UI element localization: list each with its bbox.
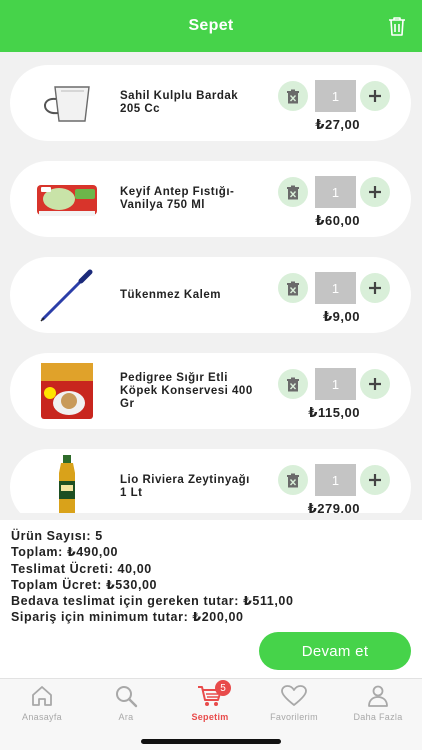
remove-item-button[interactable] bbox=[278, 273, 308, 303]
app-root: Sepet Sahil Kulplu Bardak 205 Cc 1 ₺27,0… bbox=[0, 0, 422, 750]
nav-label: Sepetim bbox=[191, 712, 229, 722]
home-indicator bbox=[141, 739, 281, 744]
item-name: Lio Riviera Zeytinyağı 1 Lt bbox=[120, 474, 250, 499]
increase-quantity-button[interactable] bbox=[360, 177, 390, 207]
subtotal: Toplam: ₺490,00 bbox=[11, 545, 119, 560]
total-fee: Toplam Ücret: ₺530,00 bbox=[11, 577, 158, 592]
delete-icon bbox=[287, 473, 299, 487]
home-icon bbox=[32, 686, 52, 706]
product-image bbox=[34, 265, 100, 325]
remove-item-button[interactable] bbox=[278, 465, 308, 495]
quantity-field[interactable]: 1 bbox=[315, 176, 356, 208]
cart-item: Pedigree Sığır Etli Köpek Konservesi 400… bbox=[10, 353, 411, 429]
clear-cart-button[interactable] bbox=[386, 15, 408, 37]
product-image bbox=[34, 455, 100, 513]
minimum-order-amount: Sipariş için minimum tutar: ₺200,00 bbox=[11, 610, 244, 625]
nav-item-search[interactable]: Ara bbox=[84, 683, 168, 725]
plus-icon bbox=[369, 378, 381, 390]
remove-item-button[interactable] bbox=[278, 81, 308, 111]
free-delivery-threshold: Bedava teslimat için gereken tutar: ₺511… bbox=[11, 594, 294, 609]
plus-icon bbox=[369, 90, 381, 102]
cart-item: Lio Riviera Zeytinyağı 1 Lt 1 ₺279.00 bbox=[10, 449, 411, 513]
quantity-field[interactable]: 1 bbox=[315, 464, 356, 496]
item-price: ₺9,00 bbox=[323, 309, 360, 324]
remove-item-button[interactable] bbox=[278, 369, 308, 399]
product-image bbox=[34, 361, 100, 421]
item-name: Keyif Antep Fıstığı-Vanilya 750 Ml bbox=[120, 186, 235, 211]
item-count: Ürün Sayısı: 5 bbox=[11, 529, 103, 543]
cart-list: Sahil Kulplu Bardak 205 Cc 1 ₺27,00 Keyi… bbox=[0, 52, 422, 513]
increase-quantity-button[interactable] bbox=[360, 273, 390, 303]
increase-quantity-button[interactable] bbox=[360, 369, 390, 399]
user-icon bbox=[368, 685, 388, 707]
quantity-field[interactable]: 1 bbox=[315, 272, 356, 304]
nav-item-cart[interactable]: 5 Sepetim bbox=[168, 680, 252, 725]
plus-icon bbox=[369, 282, 381, 294]
nav-label: Ara bbox=[118, 712, 134, 722]
remove-item-button[interactable] bbox=[278, 177, 308, 207]
page-title: Sepet bbox=[188, 17, 234, 34]
item-name: Pedigree Sığır Etli Köpek Konservesi 400… bbox=[120, 371, 253, 410]
nav-item-more[interactable]: Daha Fazla bbox=[336, 683, 420, 725]
delete-icon bbox=[287, 89, 299, 103]
cart-item: Keyif Antep Fıstığı-Vanilya 750 Ml 1 ₺60… bbox=[10, 161, 411, 237]
delivery-fee: Teslimat Ücreti: 40,00 bbox=[11, 561, 152, 576]
delete-icon bbox=[287, 281, 299, 295]
nav-item-favorites[interactable]: Favorilerim bbox=[252, 683, 336, 725]
header-bar: Sepet bbox=[0, 0, 422, 52]
nav-item-home[interactable]: Anasayfa bbox=[0, 683, 84, 725]
nav-label: Favorilerim bbox=[270, 712, 318, 722]
quantity-field[interactable]: 1 bbox=[315, 368, 356, 400]
continue-button[interactable]: Devam et bbox=[259, 632, 411, 670]
plus-icon bbox=[369, 474, 381, 486]
product-image bbox=[34, 169, 100, 229]
item-name: Tükenmez Kalem bbox=[120, 288, 221, 301]
increase-quantity-button[interactable] bbox=[360, 81, 390, 111]
item-price: ₺60,00 bbox=[315, 213, 360, 228]
cart-item: Tükenmez Kalem 1 ₺9,00 bbox=[10, 257, 411, 333]
increase-quantity-button[interactable] bbox=[360, 465, 390, 495]
item-name: Sahil Kulplu Bardak 205 Cc bbox=[120, 90, 239, 115]
cart-count-badge: 5 bbox=[215, 680, 231, 696]
plus-icon bbox=[369, 186, 381, 198]
order-summary: Ürün Sayısı: 5 Toplam: ₺490,00 Teslimat … bbox=[0, 520, 422, 678]
nav-label: Daha Fazla bbox=[353, 712, 403, 722]
item-price: ₺279.00 bbox=[307, 501, 360, 513]
search-icon bbox=[116, 686, 138, 708]
item-price: ₺115,00 bbox=[308, 405, 360, 420]
delete-icon bbox=[287, 185, 299, 199]
product-image bbox=[34, 73, 100, 133]
bottom-nav: Anasayfa Ara 5 Sepetim Favorilerim Daha … bbox=[0, 678, 422, 750]
item-price: ₺27,00 bbox=[315, 117, 360, 132]
cart-item: Sahil Kulplu Bardak 205 Cc 1 ₺27,00 bbox=[10, 65, 411, 141]
trash-icon bbox=[389, 17, 405, 36]
quantity-field[interactable]: 1 bbox=[315, 80, 356, 112]
summary-lines: Ürün Sayısı: 5 Toplam: ₺490,00 Teslimat … bbox=[11, 528, 294, 626]
heart-icon bbox=[281, 685, 307, 706]
nav-label: Anasayfa bbox=[22, 712, 62, 722]
delete-icon bbox=[287, 377, 299, 391]
